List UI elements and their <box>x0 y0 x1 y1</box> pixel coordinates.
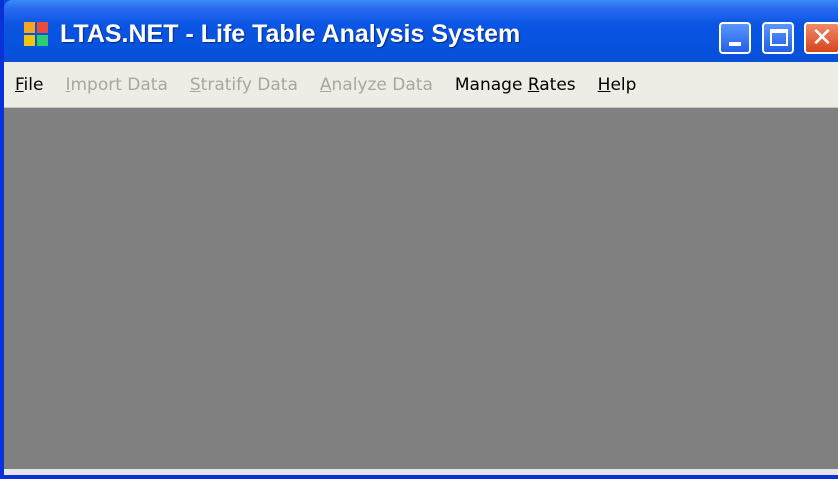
menu-analyze-data[interactable]: Analyze Data <box>309 75 444 95</box>
client-area: File Import Data Stratify Data Analyze D… <box>4 62 838 475</box>
maximize-button[interactable] <box>762 22 794 54</box>
menu-import-data[interactable]: Import Data <box>54 75 178 95</box>
minimize-icon <box>729 42 741 46</box>
close-icon: ✕ <box>811 23 833 53</box>
title-bar[interactable]: LTAS.NET - Life Table Analysis System ✕ <box>4 0 838 62</box>
menu-bar: File Import Data Stratify Data Analyze D… <box>4 62 838 108</box>
maximize-icon <box>770 29 788 46</box>
minimize-button[interactable] <box>719 22 751 54</box>
menu-manage-rates[interactable]: Manage Rates <box>444 75 587 95</box>
app-icon[interactable] <box>24 22 48 46</box>
close-button[interactable]: ✕ <box>804 22 838 54</box>
window-title: LTAS.NET - Life Table Analysis System <box>60 20 521 48</box>
mdi-workspace[interactable] <box>4 108 838 475</box>
menu-help[interactable]: Help <box>587 75 648 95</box>
app-window: LTAS.NET - Life Table Analysis System ✕ … <box>0 0 838 479</box>
menu-file[interactable]: File <box>4 75 54 95</box>
bottom-border-strip <box>4 469 838 475</box>
menu-stratify-data[interactable]: Stratify Data <box>179 75 309 95</box>
